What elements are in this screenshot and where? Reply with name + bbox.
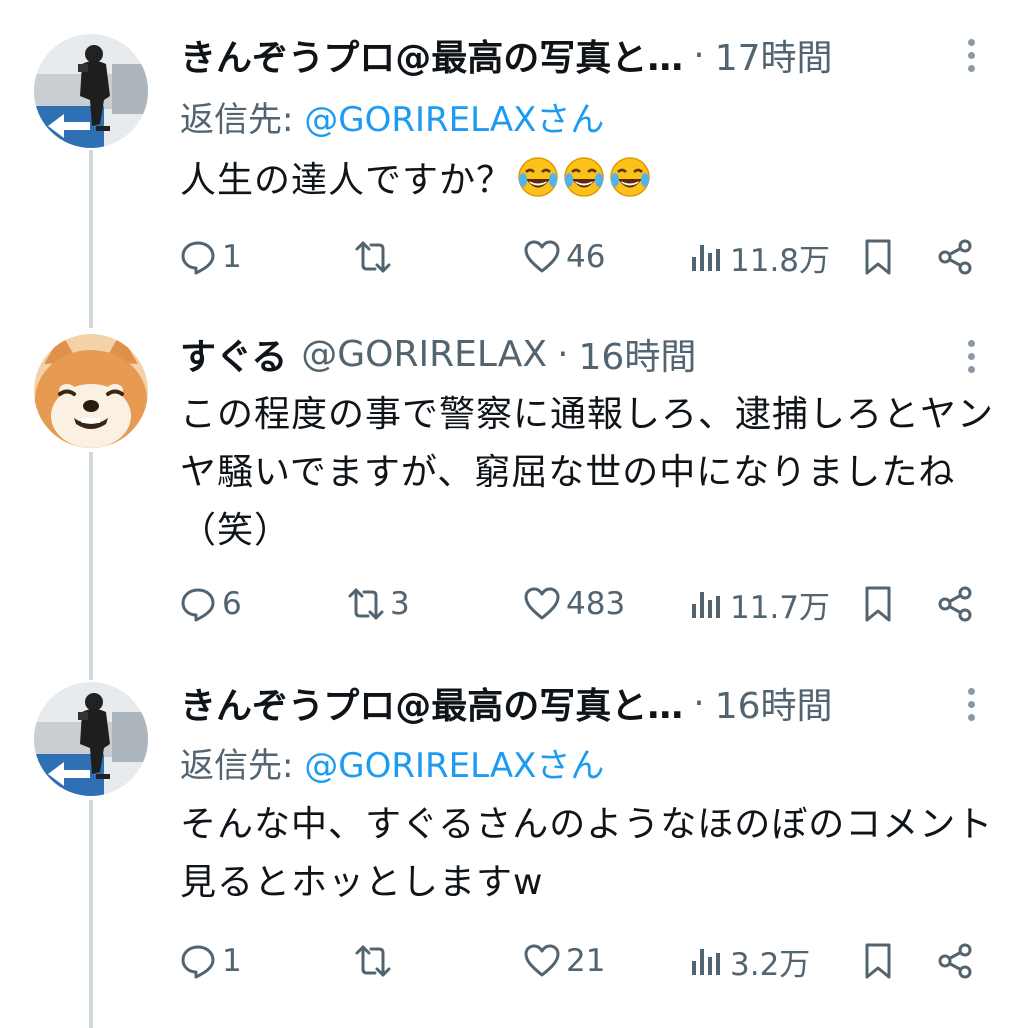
more-options-icon[interactable] [955,680,987,728]
like-count: 21 [566,943,606,979]
tweet-text: そんな中、すぐるさんのようなほのぼのコメント見るとホッとしますw [180,796,1000,912]
retweet-icon [355,945,391,977]
author-name[interactable]: きんぞうプロ@最高の写真と… [180,677,683,729]
reply-count: 1 [222,943,242,979]
share-button[interactable] [935,937,975,985]
views-button[interactable]: 3.2万 [686,937,810,985]
separator-dot: · [693,682,705,724]
tweet-body: そんな中、すぐるさんのようなほのぼのコメント見るとホッとしますw [180,804,994,903]
heart-icon [524,944,560,977]
bookmark-button[interactable] [858,937,898,985]
view-count: 3.2万 [730,946,811,983]
analytics-icon [692,949,720,975]
photographer-avatar[interactable] [34,682,148,796]
reply-mention-link[interactable]: @GORIRELAXさん [304,746,604,786]
replying-to: 返信先: @GORIRELAXさん [180,738,604,787]
reply-icon [181,945,215,979]
action-bar: 1 21 3.2万 [178,937,988,985]
tweet-header: きんぞうプロ@最高の写真と… · 16時間 [180,677,833,729]
reply-button[interactable]: 1 [178,937,242,985]
reply-prefix: 返信先: [180,746,305,786]
tweet[interactable]: きんぞうプロ@最高の写真と… · 16時間 返信先: @GORIRELAXさん … [0,0,1024,1028]
like-button[interactable]: 21 [522,937,605,985]
retweet-button[interactable] [353,937,397,985]
bookmark-icon [865,943,891,979]
timestamp[interactable]: 16時間 [715,677,833,729]
share-icon [938,943,972,979]
